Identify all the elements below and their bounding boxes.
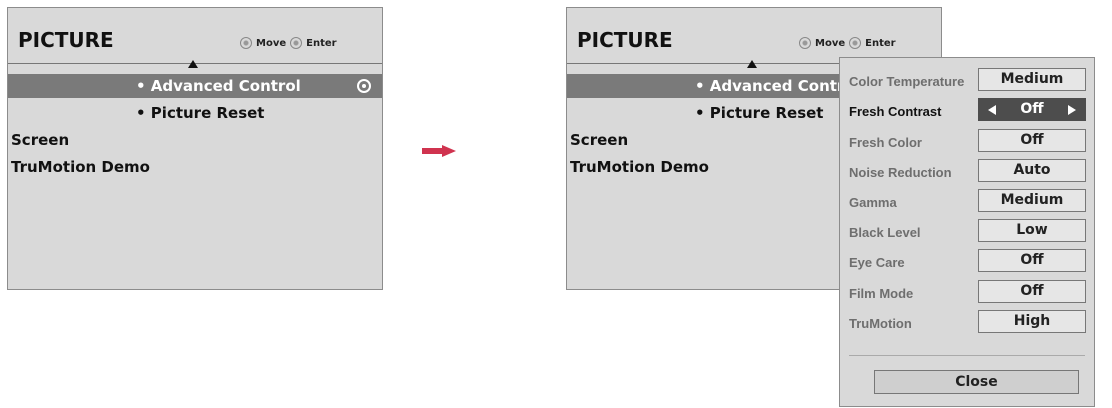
menu-item-label: • Advanced Control <box>136 77 301 95</box>
enter-icon <box>849 37 862 49</box>
menu-item-advanced-control[interactable]: • Advanced Control <box>8 74 382 98</box>
setting-label: TruMotion <box>849 316 912 331</box>
setting-label: Film Mode <box>849 286 914 301</box>
setting-label: Fresh Color <box>849 135 922 150</box>
menu-title: PICTURE <box>577 28 673 52</box>
setting-value[interactable]: Off <box>978 129 1086 152</box>
enter-icon <box>290 37 303 49</box>
setting-color-temperature[interactable]: Color Temperature Medium <box>840 68 1094 94</box>
setting-noise-reduction[interactable]: Noise Reduction Auto <box>840 159 1094 185</box>
close-button[interactable]: Close <box>874 370 1079 394</box>
setting-label: Noise Reduction <box>849 165 952 180</box>
enter-hint-label: Enter <box>306 37 337 49</box>
menu-item-label: • Picture Reset <box>695 104 824 122</box>
setting-film-mode[interactable]: Film Mode Off <box>840 280 1094 306</box>
menu-item-label: TruMotion Demo <box>570 158 709 176</box>
setting-label: Color Temperature <box>849 74 965 89</box>
arrow-right-icon[interactable] <box>1068 105 1076 115</box>
setting-trumotion[interactable]: TruMotion High <box>840 310 1094 336</box>
setting-label: Gamma <box>849 195 897 210</box>
move-icon <box>240 37 252 49</box>
setting-eye-care[interactable]: Eye Care Off <box>840 249 1094 275</box>
setting-value[interactable]: Off <box>978 249 1086 272</box>
setting-label: Black Level <box>849 225 921 240</box>
setting-value[interactable]: Medium <box>978 68 1086 91</box>
menu-item-label: • Advanced Contro <box>695 77 855 95</box>
scroll-up-icon[interactable] <box>188 60 198 68</box>
menu-item-label: • Picture Reset <box>136 104 265 122</box>
setting-value[interactable]: Low <box>978 219 1086 242</box>
setting-value[interactable]: Medium <box>978 189 1086 212</box>
picture-menu-left: PICTURE Move Enter • Advanced Control • … <box>7 7 383 290</box>
move-hint-label: Move <box>815 37 846 49</box>
enter-indicator-icon <box>357 79 371 93</box>
menu-item-picture-reset[interactable]: • Picture Reset <box>8 101 382 125</box>
right-arrow-icon <box>422 145 456 157</box>
nav-hint: Move Enter <box>799 37 896 49</box>
popup-divider <box>849 355 1085 356</box>
advanced-control-popup: Color Temperature Medium Fresh Contrast … <box>839 57 1095 407</box>
menu-item-label: TruMotion Demo <box>11 158 150 176</box>
nav-hint: Move Enter <box>240 37 337 49</box>
menu-title: PICTURE <box>18 28 114 52</box>
setting-value[interactable]: High <box>978 310 1086 333</box>
setting-value-selector[interactable]: Off <box>978 98 1086 121</box>
setting-gamma[interactable]: Gamma Medium <box>840 189 1094 215</box>
setting-value[interactable]: Auto <box>978 159 1086 182</box>
setting-fresh-contrast[interactable]: Fresh Contrast Off <box>840 98 1094 124</box>
move-icon <box>799 37 811 49</box>
menu-item-label: Screen <box>570 131 629 149</box>
arrow-left-icon[interactable] <box>988 105 996 115</box>
enter-hint-label: Enter <box>865 37 896 49</box>
setting-label: Fresh Contrast <box>849 104 942 119</box>
scroll-up-icon[interactable] <box>747 60 757 68</box>
setting-fresh-color[interactable]: Fresh Color Off <box>840 129 1094 155</box>
setting-value[interactable]: Off <box>978 280 1086 303</box>
menu-item-label: Screen <box>11 131 70 149</box>
menu-item-screen[interactable]: Screen <box>8 128 382 152</box>
setting-label: Eye Care <box>849 255 905 270</box>
setting-black-level[interactable]: Black Level Low <box>840 219 1094 245</box>
menu-item-trumotion-demo[interactable]: TruMotion Demo <box>8 155 382 179</box>
move-hint-label: Move <box>256 37 287 49</box>
setting-value: Off <box>1020 101 1044 117</box>
